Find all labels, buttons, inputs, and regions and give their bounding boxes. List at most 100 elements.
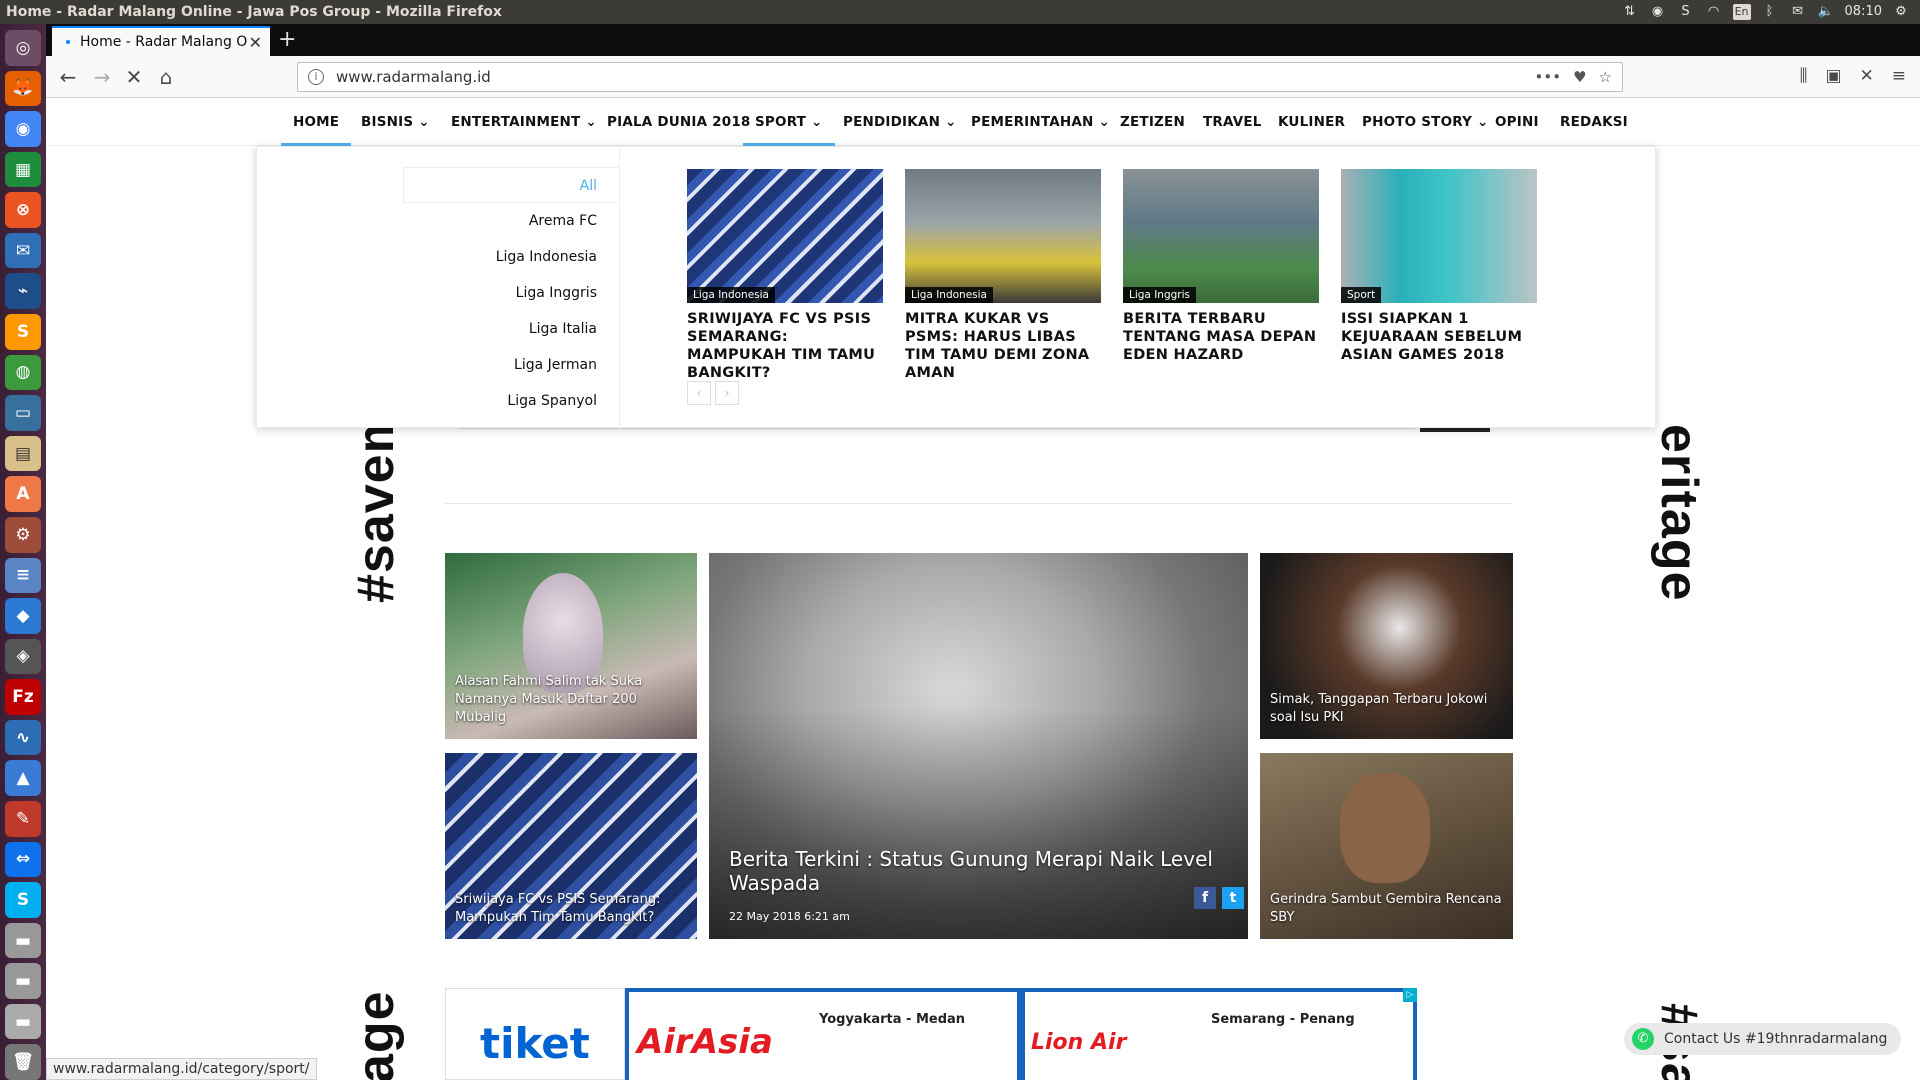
volume-icon[interactable]: 🔈 xyxy=(1817,4,1835,20)
post-category[interactable]: Sport xyxy=(1341,287,1382,303)
settings-icon[interactable]: ⚙ xyxy=(5,516,41,553)
subcategory-liga-italia[interactable]: Liga Italia xyxy=(403,311,619,347)
menu-entertainment[interactable]: ENTERTAINMENT ⌄ xyxy=(451,98,597,146)
menu-photo-story[interactable]: PHOTO STORY ⌄ xyxy=(1362,98,1489,146)
post-thumbnail[interactable]: Liga Indonesia xyxy=(905,169,1101,303)
extension-icon[interactable]: ✕ xyxy=(1860,66,1874,86)
contact-us-button[interactable]: ✆ Contact Us #19thnradarmalang xyxy=(1624,1023,1902,1055)
post-title[interactable]: SRIWIJAYA FC VS PSIS SEMARANG: MAMPUKAH … xyxy=(687,310,883,382)
news-tile[interactable]: Alasan Fahmi Salim tak Suka Namanya Masu… xyxy=(445,553,697,739)
software-center-icon[interactable]: A xyxy=(5,476,41,512)
close-tab-icon[interactable]: ✕ xyxy=(249,33,262,52)
firefox-icon[interactable]: 🦊 xyxy=(5,70,41,107)
menu-bisnis[interactable]: BISNIS ⌄ xyxy=(361,98,430,146)
game-controller-icon[interactable]: ◈ xyxy=(5,638,41,675)
menu-opini[interactable]: OPINI xyxy=(1495,98,1539,146)
post-title[interactable]: MITRA KUKAR VS PSMS: HARUS LIBAS TIM TAM… xyxy=(905,310,1101,382)
network-icon[interactable]: ⇅ xyxy=(1621,4,1639,20)
bluetooth-icon[interactable]: ᛒ xyxy=(1761,4,1779,20)
sublime-text-icon[interactable]: S xyxy=(5,314,41,350)
subcategory-liga-inggris[interactable]: Liga Inggris xyxy=(403,275,619,311)
new-tab-icon[interactable]: + xyxy=(278,28,296,52)
menu-travel[interactable]: TRAVEL xyxy=(1203,98,1262,146)
thunderbird-icon[interactable]: ✉ xyxy=(5,232,41,269)
network-tool-icon[interactable]: ⌁ xyxy=(5,273,41,310)
drive-2-icon[interactable]: ▬ xyxy=(5,963,41,999)
subcategory-liga-spanyol[interactable]: Liga Spanyol xyxy=(403,383,619,419)
post-thumbnail[interactable]: Liga Indonesia xyxy=(687,169,883,303)
dash-icon[interactable]: ◎ xyxy=(5,30,41,66)
tile-caption[interactable]: Gerindra Sambut Gembira Rencana SBY xyxy=(1270,891,1503,927)
chrome-icon[interactable]: ◉ xyxy=(5,111,41,147)
menu-zetizen[interactable]: ZETIZEN xyxy=(1120,98,1185,146)
headline-tile[interactable]: Berita Terkini : Status Gunung Merapi Na… xyxy=(709,553,1248,939)
editor-pen-icon[interactable]: ✎ xyxy=(5,800,41,837)
news-tile[interactable]: Gerindra Sambut Gembira Rencana SBY xyxy=(1260,753,1513,939)
subcategory-arema[interactable]: Arema FC xyxy=(403,203,619,239)
browser-globe-icon[interactable]: ◍ xyxy=(5,354,41,391)
news-tile[interactable]: Sriwijaya FC vs PSIS Semarang: Mampukah … xyxy=(445,753,697,939)
power-gear-icon[interactable]: ⚙ xyxy=(1892,4,1910,20)
post-category[interactable]: Liga Inggris xyxy=(1123,287,1196,303)
ad-tiket[interactable]: tiket xyxy=(445,988,625,1080)
post-category[interactable]: Liga Indonesia xyxy=(687,287,775,303)
filezilla-icon[interactable]: Fz xyxy=(5,679,41,715)
pocket-icon[interactable]: ♥ xyxy=(1573,68,1586,86)
chrome-indicator-icon[interactable]: ◉ xyxy=(1649,4,1667,20)
menu-piala-dunia[interactable]: PIALA DUNIA 2018 xyxy=(607,98,751,146)
mail-icon[interactable]: ✉ xyxy=(1789,4,1807,20)
twitter-icon[interactable]: t xyxy=(1222,887,1244,909)
system-monitor-icon[interactable]: ∿ xyxy=(5,719,41,756)
dropbox-icon[interactable]: ◆ xyxy=(5,598,41,634)
menu-sport[interactable]: SPORT ⌄ xyxy=(743,98,834,146)
menu-home[interactable]: HOME xyxy=(280,98,352,146)
menu-kuliner[interactable]: KULINER xyxy=(1278,98,1345,146)
tile-caption[interactable]: Alasan Fahmi Salim tak Suka Namanya Masu… xyxy=(455,673,687,727)
forward-icon[interactable]: → xyxy=(90,65,114,89)
ad-lionair[interactable]: Lion Air Semarang - Penang ▷ xyxy=(1021,988,1417,1080)
keyboard-layout-indicator[interactable]: En xyxy=(1732,4,1751,20)
subcategory-liga-indonesia[interactable]: Liga Indonesia xyxy=(403,239,619,275)
post-title[interactable]: BERITA TERBARU TENTANG MASA DEPAN EDEN H… xyxy=(1123,310,1319,364)
trash-icon[interactable]: 🗑 xyxy=(5,1044,41,1080)
post-category[interactable]: Liga Indonesia xyxy=(905,287,993,303)
skype-icon[interactable]: S xyxy=(1677,4,1695,20)
mega-post[interactable]: Liga Inggris BERITA TERBARU TENTANG MASA… xyxy=(1123,169,1319,364)
stop-icon[interactable]: ✕ xyxy=(122,65,146,89)
help-icon[interactable]: ⊗ xyxy=(5,192,41,228)
usb-drive-icon[interactable]: ▬ xyxy=(5,1003,41,1040)
map-icon[interactable]: ▤ xyxy=(5,435,41,472)
wifi-icon[interactable]: ◠ xyxy=(1705,4,1723,20)
home-icon[interactable]: ⌂ xyxy=(154,65,178,89)
spreadsheet-icon[interactable]: ▦ xyxy=(5,151,41,188)
headline-title[interactable]: Berita Terkini : Status Gunung Merapi Na… xyxy=(729,847,1238,895)
site-info-icon[interactable]: i xyxy=(308,69,324,85)
drive-icon[interactable]: ▬ xyxy=(5,922,41,959)
tile-caption[interactable]: Sriwijaya FC vs PSIS Semarang: Mampukah … xyxy=(455,891,687,927)
page-actions-icon[interactable]: ••• xyxy=(1535,68,1562,86)
url-bar[interactable]: i www.radarmalang.id ••• ♥ ☆ xyxy=(297,62,1623,92)
news-tile[interactable]: Simak, Tanggapan Terbaru Jokowi soal Isu… xyxy=(1260,553,1513,739)
ad-airasia[interactable]: AirAsia Yogyakarta - Medan xyxy=(625,988,1021,1080)
facebook-icon[interactable]: f xyxy=(1194,887,1216,909)
mega-post[interactable]: Liga Indonesia SRIWIJAYA FC VS PSIS SEMA… xyxy=(687,169,883,382)
disk-usage-icon[interactable]: ▲ xyxy=(5,760,41,796)
subcategory-liga-jerman[interactable]: Liga Jerman xyxy=(403,347,619,383)
post-thumbnail[interactable]: Sport xyxy=(1341,169,1537,303)
post-title[interactable]: ISSI SIAPKAN 1 KEJUARAAN SEBELUM ASIAN G… xyxy=(1341,310,1537,364)
search-button-edge[interactable] xyxy=(1420,428,1490,432)
library-icon[interactable]: ⫼ xyxy=(1800,66,1808,86)
remote-desktop-icon[interactable]: ▭ xyxy=(5,395,41,431)
subcategory-all[interactable]: All xyxy=(403,167,619,203)
post-thumbnail[interactable]: Liga Inggris xyxy=(1123,169,1319,303)
adchoices-icon[interactable]: ▷ xyxy=(1403,988,1417,1002)
bookmark-star-icon[interactable]: ☆ xyxy=(1599,68,1612,86)
mega-post[interactable]: Sport ISSI SIAPKAN 1 KEJUARAAN SEBELUM A… xyxy=(1341,169,1537,364)
sidebar-icon[interactable]: ▣ xyxy=(1825,66,1841,86)
clock[interactable]: 08:10 xyxy=(1845,4,1882,20)
prev-page-button[interactable]: ‹ xyxy=(687,381,711,405)
teamviewer-icon[interactable]: ⇔ xyxy=(5,841,41,878)
menu-pemerintahan[interactable]: PEMERINTAHAN ⌄ xyxy=(971,98,1110,146)
next-page-button[interactable]: › xyxy=(715,381,739,405)
mega-post[interactable]: Liga Indonesia MITRA KUKAR VS PSMS: HARU… xyxy=(905,169,1101,382)
